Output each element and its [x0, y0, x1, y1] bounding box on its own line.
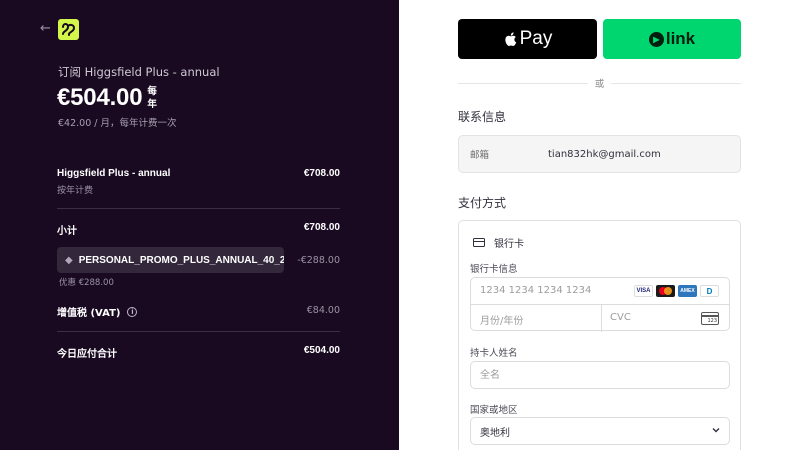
- line-item-amount: €708.00: [303, 168, 340, 179]
- total-label: 今日应付合计: [57, 349, 117, 360]
- vat-amount: €84.00: [306, 305, 340, 316]
- price-row: €504.00 每 年: [57, 84, 157, 112]
- country-select[interactable]: 奥地利: [470, 417, 730, 445]
- apple-logo-icon: [504, 32, 516, 46]
- contact-info-title: 联系信息: [458, 110, 507, 124]
- payment-panel: Pay ▶ link 或 联系信息 邮箱 tian832hk@gmail.com…: [399, 0, 800, 450]
- divider: [57, 208, 340, 209]
- link-label: link: [665, 29, 696, 48]
- period-line-1: 每: [147, 86, 157, 97]
- cardholder-label: 持卡人姓名: [470, 348, 518, 359]
- card-number-input[interactable]: 1234 1234 1234 1234 VISA AMEX D: [471, 278, 729, 305]
- period-line-2: 年: [147, 99, 157, 110]
- billing-period: 每 年: [147, 85, 157, 111]
- discount-note: 优惠 €288.00: [59, 278, 114, 288]
- divider: [57, 331, 340, 332]
- diners-club-icon: D: [700, 285, 719, 297]
- order-summary-panel: ← 订阅 Higgsfield Plus - annual €504.00 每 …: [0, 0, 399, 450]
- subtotal-amount: €708.00: [303, 222, 340, 233]
- or-divider: 或: [458, 76, 741, 90]
- line-item-plan: Higgsfield Plus - annual 按年计费 €708.00: [57, 168, 340, 196]
- tag-icon: ◆: [65, 254, 73, 266]
- product-title: 订阅 Higgsfield Plus - annual: [58, 65, 220, 79]
- arrow-right-icon: ▶: [648, 31, 664, 47]
- country-label: 国家或地区: [470, 405, 518, 416]
- promo-amount: -€288.00: [297, 255, 340, 266]
- price-amount: €504.00: [57, 84, 143, 111]
- country-value: 奥地利: [480, 427, 510, 439]
- card-payment-option[interactable]: 银行卡 银行卡信息 1234 1234 1234 1234 VISA AMEX …: [458, 220, 741, 450]
- cvc-card-icon: 123: [701, 312, 719, 325]
- credit-card-icon: [473, 238, 485, 247]
- cardholder-name-input[interactable]: [470, 361, 730, 389]
- line-item-name: Higgsfield Plus - annual: [57, 168, 171, 179]
- mastercard-icon: [656, 285, 675, 297]
- cvc-input[interactable]: CVC: [610, 312, 631, 323]
- apple-pay-button[interactable]: Pay: [458, 19, 597, 59]
- card-details-group: 1234 1234 1234 1234 VISA AMEX D 月份/年份 CV…: [470, 277, 730, 332]
- card-tab-label: 银行卡: [494, 239, 524, 250]
- email-value: tian832hk@gmail.com: [548, 148, 661, 160]
- visa-icon: VISA: [634, 285, 653, 297]
- info-icon[interactable]: i: [127, 306, 138, 317]
- back-arrow-icon[interactable]: ←: [40, 22, 51, 36]
- apple-pay-label: Pay: [519, 28, 553, 49]
- card-tab[interactable]: 银行卡: [473, 235, 524, 250]
- link-pay-button[interactable]: ▶ link: [603, 19, 741, 59]
- subtotal-label: 小计: [57, 226, 77, 237]
- card-brands: VISA AMEX D: [634, 285, 719, 297]
- subtotal-row: 小计 €708.00: [57, 222, 340, 237]
- card-number-placeholder: 1234 1234 1234 1234: [480, 285, 592, 296]
- total-amount: €504.00: [303, 345, 340, 356]
- vat-label: 增值税 (VAT): [57, 308, 121, 319]
- amex-icon: AMEX: [678, 285, 697, 297]
- promo-code-chip[interactable]: ◆ PERSONAL_PROMO_PLUS_ANNUAL_40_2: [57, 247, 284, 273]
- chevron-down-icon: [712, 428, 720, 433]
- promo-code: PERSONAL_PROMO_PLUS_ANNUAL_40_2: [78, 254, 284, 266]
- field-split: [601, 305, 602, 332]
- vat-row: 增值税 (VAT) i: [57, 304, 138, 319]
- email-label: 邮箱: [470, 150, 490, 161]
- payment-method-title: 支付方式: [458, 196, 507, 210]
- higgsfield-logo-icon: [58, 19, 79, 40]
- per-month-note: €42.00 / 月，每年计费一次: [58, 118, 177, 129]
- email-field[interactable]: 邮箱 tian832hk@gmail.com: [458, 135, 741, 173]
- card-info-label: 银行卡信息: [470, 264, 518, 275]
- expiry-input[interactable]: 月份/年份: [480, 312, 523, 327]
- total-row: 今日应付合计 €504.00: [57, 345, 340, 360]
- or-line-right: [611, 83, 741, 84]
- line-item-billing: 按年计费: [57, 186, 94, 196]
